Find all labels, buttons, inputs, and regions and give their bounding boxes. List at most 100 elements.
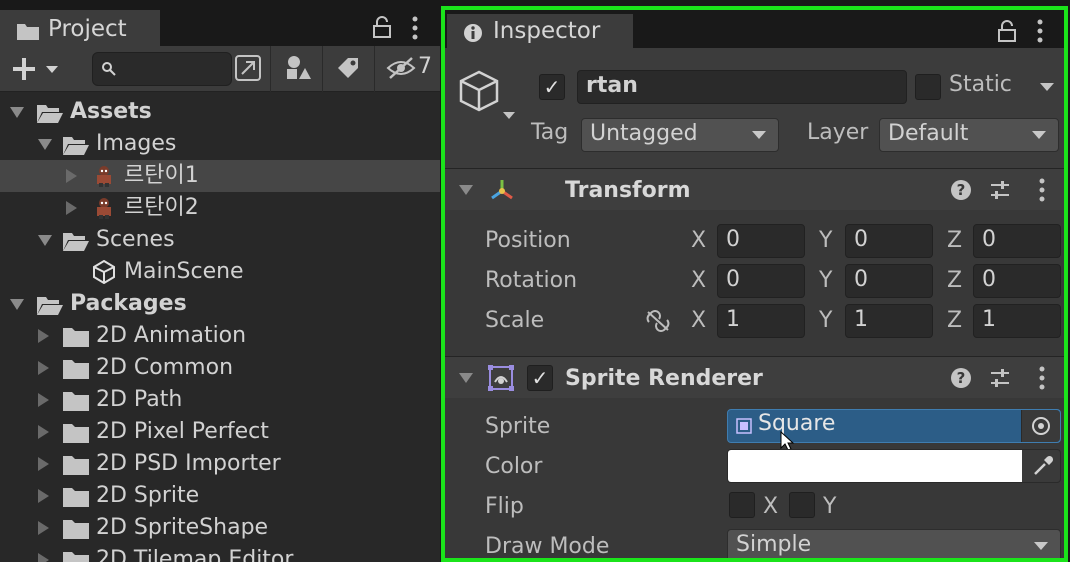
rotation-y-field[interactable]: 0: [845, 264, 933, 298]
lock-icon[interactable]: [372, 16, 392, 38]
layer-dropdown[interactable]: Default: [879, 118, 1059, 152]
tab-inspector[interactable]: Inspector: [447, 14, 633, 52]
tree-item-label: 2D PSD Importer: [96, 451, 281, 476]
search-input[interactable]: [92, 52, 232, 86]
tree-item-label: 2D Pixel Perfect: [96, 419, 269, 444]
transform-header[interactable]: Transform ?: [445, 168, 1064, 210]
tree-item-packages[interactable]: Packages: [0, 288, 440, 320]
create-plus-icon[interactable]: [12, 56, 62, 82]
expand-arrow-icon[interactable]: [38, 457, 49, 471]
tree-item-package[interactable]: 2D Path: [0, 384, 440, 416]
help-icon[interactable]: ?: [951, 180, 971, 200]
position-x-field[interactable]: 0: [717, 224, 805, 258]
sprite-object-field[interactable]: Square: [727, 409, 1061, 443]
color-swatch[interactable]: [728, 450, 1022, 482]
tree-item-rtan2[interactable]: 르탄이2: [0, 192, 440, 224]
color-field[interactable]: [727, 449, 1061, 483]
kebab-menu-icon[interactable]: [1037, 366, 1047, 390]
search-by-type-icon[interactable]: [234, 54, 262, 82]
eyedropper-icon[interactable]: [1032, 455, 1054, 477]
axis-y-label: Y: [819, 268, 833, 293]
foldout-arrow-icon[interactable]: [459, 373, 473, 383]
tree-item-scenes[interactable]: Scenes: [0, 224, 440, 256]
folder-icon: [63, 488, 89, 507]
presets-icon[interactable]: [989, 179, 1011, 201]
scale-z-field[interactable]: 1: [973, 304, 1061, 338]
tree-item-package[interactable]: 2D Pixel Perfect: [0, 416, 440, 448]
filter-by-type-icon[interactable]: [284, 54, 312, 82]
flip-x-checkbox[interactable]: [729, 492, 755, 518]
tag-value: Untagged: [590, 121, 698, 146]
rotation-x-field[interactable]: 0: [717, 264, 805, 298]
expand-arrow-icon[interactable]: [38, 361, 49, 375]
sprite-asset-icon: [736, 418, 752, 434]
object-name-input[interactable]: rtan: [577, 70, 907, 104]
expand-arrow-icon[interactable]: [38, 393, 49, 407]
rotation-label: Rotation: [485, 268, 578, 293]
tree-item-assets[interactable]: Assets: [0, 96, 440, 128]
kebab-menu-icon[interactable]: [1035, 19, 1045, 43]
tree-item-images[interactable]: Images: [0, 128, 440, 160]
position-y-field[interactable]: 0: [845, 224, 933, 258]
tree-item-package[interactable]: 2D Tilemap Editor: [0, 544, 440, 562]
rotation-z-field[interactable]: 0: [973, 264, 1061, 298]
expand-arrow-icon[interactable]: [38, 425, 49, 439]
expand-arrow-icon[interactable]: [38, 521, 49, 535]
project-toolbar: 7: [0, 46, 440, 92]
axis-x-label: X: [691, 228, 707, 253]
tree-item-package[interactable]: 2D Sprite: [0, 480, 440, 512]
expand-arrow-icon[interactable]: [38, 235, 52, 246]
tree-item-package[interactable]: 2D SpriteShape: [0, 512, 440, 544]
axis-z-label: Z: [947, 228, 963, 253]
scale-x-field[interactable]: 1: [717, 304, 805, 338]
sprite-renderer-header[interactable]: ✓ Sprite Renderer ?: [445, 356, 1064, 398]
sprite-renderer-enabled-checkbox[interactable]: ✓: [527, 365, 553, 391]
active-checkbox[interactable]: ✓: [539, 74, 565, 100]
expand-arrow-icon[interactable]: [10, 299, 24, 310]
folder-icon: [63, 552, 89, 562]
lock-icon[interactable]: [997, 20, 1017, 42]
gameobject-cube-icon[interactable]: [459, 68, 517, 124]
open-folder-icon: [63, 233, 89, 251]
tree-item-mainscene[interactable]: MainScene: [0, 256, 440, 288]
kebab-menu-icon[interactable]: [1037, 178, 1047, 202]
hidden-packages-icon[interactable]: [386, 56, 416, 80]
expand-arrow-icon[interactable]: [38, 553, 49, 562]
unity-scene-icon: [93, 260, 115, 284]
flip-y-checkbox[interactable]: [789, 492, 815, 518]
axis-x-label: X: [691, 268, 707, 293]
expand-arrow-icon[interactable]: [38, 139, 52, 150]
presets-icon[interactable]: [989, 367, 1011, 389]
draw-mode-dropdown[interactable]: Simple: [727, 529, 1061, 558]
static-dropdown-arrow-icon[interactable]: [1039, 81, 1055, 93]
info-icon: [464, 24, 482, 42]
constrain-proportions-icon[interactable]: [645, 310, 671, 332]
folder-icon: [63, 520, 89, 539]
help-icon[interactable]: ?: [951, 368, 971, 388]
scale-y-field[interactable]: 1: [845, 304, 933, 338]
sprite-asset-icon: [97, 198, 111, 219]
kebab-menu-icon[interactable]: [410, 16, 420, 40]
tree-item-package[interactable]: 2D Animation: [0, 320, 440, 352]
expand-arrow-icon[interactable]: [66, 201, 77, 215]
filter-by-label-icon[interactable]: [334, 54, 362, 82]
tree-item-rtan1[interactable]: 르탄이1: [0, 160, 440, 192]
flip-label: Flip: [485, 494, 524, 519]
tree-item-label: 르탄이2: [124, 195, 199, 220]
layer-value: Default: [888, 121, 969, 146]
position-z-field[interactable]: 0: [973, 224, 1061, 258]
object-picker-button[interactable]: [1021, 410, 1060, 442]
axis-z-label: Z: [947, 308, 963, 333]
expand-arrow-icon[interactable]: [66, 169, 77, 183]
expand-arrow-icon[interactable]: [10, 107, 24, 118]
static-checkbox[interactable]: [915, 74, 941, 100]
expand-arrow-icon[interactable]: [38, 489, 49, 503]
sprite-label: Sprite: [485, 414, 551, 439]
tag-dropdown[interactable]: Untagged: [581, 118, 779, 152]
foldout-arrow-icon[interactable]: [459, 185, 473, 195]
expand-arrow-icon[interactable]: [38, 329, 49, 343]
tab-project[interactable]: Project: [0, 10, 160, 46]
tree-item-package[interactable]: 2D Common: [0, 352, 440, 384]
tree-item-package[interactable]: 2D PSD Importer: [0, 448, 440, 480]
project-panel: Project 7 Assets Images 르탄이1 르탄이2 Scenes…: [0, 0, 440, 562]
